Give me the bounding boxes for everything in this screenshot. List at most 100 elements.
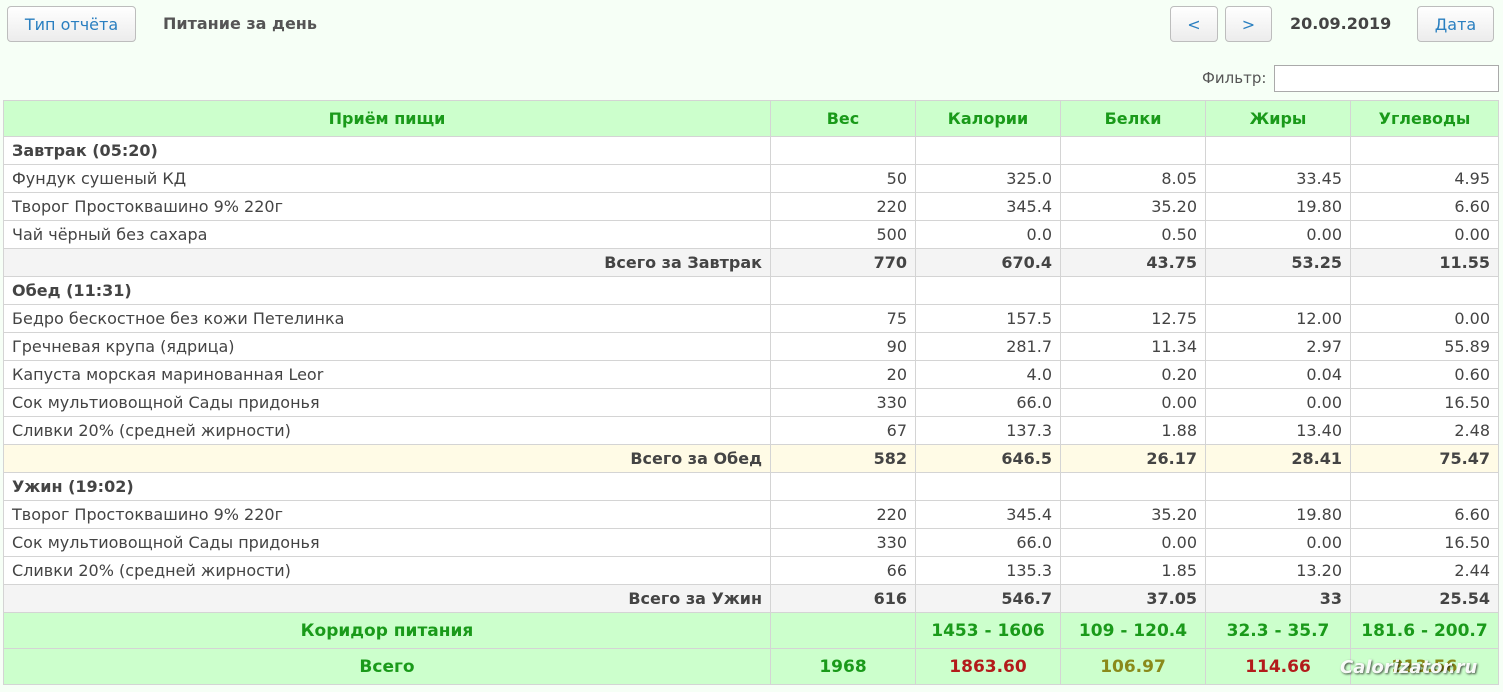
food-item-row-protein-cell: 0.00 [1060, 388, 1206, 417]
filter-input[interactable] [1274, 65, 1499, 92]
food-item-row-carbs-cell: 55.89 [1350, 332, 1499, 361]
meal-group-row-calories-cell [915, 472, 1061, 501]
filter-label: Фильтр: [1202, 69, 1267, 87]
food-item-row-calories-cell: 325.0 [915, 164, 1061, 193]
grand-total-row-name-cell: Всего [3, 648, 771, 685]
food-item-row[interactable]: Чай чёрный без сахара 500 0.0 0.50 0.00 0.00 [3, 220, 1499, 249]
food-item-row-weight-cell: 75 [770, 304, 916, 333]
meal-total-row-fat-cell: 33 [1205, 584, 1351, 613]
food-item-row[interactable]: Творог Простоквашино 9% 220г 220 345.4 35.2… [3, 192, 1499, 221]
food-item-row[interactable]: Сок мультиовощной Сады придонья 330 66.0 0.… [3, 388, 1499, 417]
corridor-row-protein-cell: 109 - 120.4 [1060, 612, 1206, 649]
food-item-row-calories-cell: 0.0 [915, 220, 1061, 249]
food-item-row-weight-cell: 20 [770, 360, 916, 389]
meal-total-row-calories-cell: 646.5 [915, 444, 1061, 473]
food-item-row-calories-cell: 281.7 [915, 332, 1061, 361]
food-item-row-fat-cell: 13.40 [1205, 416, 1351, 445]
meal-total-row-weight-cell: 582 [770, 444, 916, 473]
food-item-row[interactable]: Капуста морская маринованная Leor 20 4.0 0.… [3, 360, 1499, 389]
meal-total-row-calories-cell: 546.7 [915, 584, 1061, 613]
table-header-row: Приём пищи Вес Калории Белки Жиры Углево… [3, 100, 1499, 137]
food-item-row-protein-cell: 0.20 [1060, 360, 1206, 389]
food-item-row-carbs-cell: 2.48 [1350, 416, 1499, 445]
meal-group-row-name-cell: Завтрак (05:20) [3, 136, 771, 165]
food-item-row-name-cell: Капуста морская маринованная Leor [3, 360, 771, 389]
food-item-row-name-cell: Творог Простоквашино 9% 220г [3, 500, 771, 529]
food-item-row-carbs-cell: 16.50 [1350, 528, 1499, 557]
food-item-row-calories-cell: 137.3 [915, 416, 1061, 445]
food-item-row-protein-cell: 12.75 [1060, 304, 1206, 333]
food-item-row[interactable]: Сок мультиовощной Сады придонья 330 66.0 0.… [3, 528, 1499, 557]
meal-total-row-weight-cell: 616 [770, 584, 916, 613]
meal-group-row-carbs-cell [1350, 472, 1499, 501]
meal-total-row-carbs-cell: 11.55 [1350, 248, 1499, 277]
food-item-row-protein-cell: 1.85 [1060, 556, 1206, 585]
food-item-row-fat-cell: 0.00 [1205, 528, 1351, 557]
meal-total-row-name-cell: Всего за Обед [3, 444, 771, 473]
food-item-row-protein-cell: 35.20 [1060, 500, 1206, 529]
food-item-row-protein-cell: 11.34 [1060, 332, 1206, 361]
column-header-weight: Вес [770, 100, 916, 137]
date-picker-button[interactable]: Дата [1417, 6, 1494, 42]
food-item-row-carbs-cell: 16.50 [1350, 388, 1499, 417]
food-item-row-fat-cell: 13.20 [1205, 556, 1351, 585]
corridor-row-weight-cell [770, 612, 916, 649]
food-item-row-name-cell: Сок мультиовощной Сады придонья [3, 388, 771, 417]
grand-total-row-protein-cell: 106.97 [1060, 648, 1206, 685]
meal-total-row: Всего за Обед 582 646.5 26.17 28.41 75.47 [3, 444, 1499, 473]
food-item-row-name-cell: Бедро бескостное без кожи Петелинка [3, 304, 771, 333]
food-item-row-protein-cell: 1.88 [1060, 416, 1206, 445]
meal-total-row-protein-cell: 43.75 [1060, 248, 1206, 277]
food-item-row[interactable]: Фундук сушеный КД 50 325.0 8.05 33.45 4.95 [3, 164, 1499, 193]
food-item-row-protein-cell: 0.00 [1060, 528, 1206, 557]
meal-group-row-calories-cell [915, 276, 1061, 305]
meal-total-row-calories-cell: 670.4 [915, 248, 1061, 277]
food-item-row-weight-cell: 500 [770, 220, 916, 249]
food-item-row-protein-cell: 0.50 [1060, 220, 1206, 249]
food-item-row-carbs-cell: 0.60 [1350, 360, 1499, 389]
food-item-row-calories-cell: 345.4 [915, 192, 1061, 221]
food-item-row-weight-cell: 66 [770, 556, 916, 585]
page-title: Питание за день [163, 14, 317, 33]
food-item-row[interactable]: Сливки 20% (средней жирности) 67 137.3 1.88… [3, 416, 1499, 445]
grand-total-row-fat-cell: 114.66 [1205, 648, 1351, 685]
column-header-carbs: Углеводы [1350, 100, 1499, 137]
meal-total-row-weight-cell: 770 [770, 248, 916, 277]
meal-group-row: Ужин (19:02) [3, 472, 1499, 501]
food-item-row-fat-cell: 0.00 [1205, 388, 1351, 417]
food-item-row-weight-cell: 67 [770, 416, 916, 445]
food-item-row-name-cell: Сок мультиовощной Сады придонья [3, 528, 771, 557]
meal-group-row-fat-cell [1205, 276, 1351, 305]
food-item-row-weight-cell: 330 [770, 528, 916, 557]
column-header-meal: Приём пищи [3, 100, 771, 137]
food-item-row[interactable]: Сливки 20% (средней жирности) 66 135.3 1.85… [3, 556, 1499, 585]
meal-group-row-protein-cell [1060, 472, 1206, 501]
meal-group-row-fat-cell [1205, 136, 1351, 165]
previous-day-button[interactable]: < [1170, 6, 1218, 42]
next-day-button[interactable]: > [1225, 6, 1272, 42]
grand-total-row-calories-cell: 1863.60 [915, 648, 1061, 685]
corridor-row: Коридор питания 1453 - 1606 109 - 120.4 32.… [3, 612, 1499, 649]
meal-group-row: Завтрак (05:20) [3, 136, 1499, 165]
report-type-button[interactable]: Тип отчёта [7, 6, 136, 42]
food-item-row-calories-cell: 4.0 [915, 360, 1061, 389]
column-header-fat: Жиры [1205, 100, 1351, 137]
food-item-row[interactable]: Гречневая крупа (ядрица) 90 281.7 11.34 2.97… [3, 332, 1499, 361]
meal-group-row-weight-cell [770, 276, 916, 305]
corridor-row-name-cell: Коридор питания [3, 612, 771, 649]
meal-total-row-name-cell: Всего за Завтрак [3, 248, 771, 277]
food-item-row-fat-cell: 2.97 [1205, 332, 1351, 361]
food-item-row-fat-cell: 0.00 [1205, 220, 1351, 249]
meal-total-row-protein-cell: 26.17 [1060, 444, 1206, 473]
meal-total-row-carbs-cell: 25.54 [1350, 584, 1499, 613]
corridor-row-calories-cell: 1453 - 1606 [915, 612, 1061, 649]
food-item-row-carbs-cell: 0.00 [1350, 220, 1499, 249]
food-item-row[interactable]: Творог Простоквашино 9% 220г 220 345.4 35.2… [3, 500, 1499, 529]
corridor-row-fat-cell: 32.3 - 35.7 [1205, 612, 1351, 649]
food-item-row-name-cell: Сливки 20% (средней жирности) [3, 556, 771, 585]
food-item-row-fat-cell: 33.45 [1205, 164, 1351, 193]
food-item-row-name-cell: Творог Простоквашино 9% 220г [3, 192, 771, 221]
meal-total-row-protein-cell: 37.05 [1060, 584, 1206, 613]
food-item-row-carbs-cell: 2.44 [1350, 556, 1499, 585]
food-item-row[interactable]: Бедро бескостное без кожи Петелинка 75 157… [3, 304, 1499, 333]
